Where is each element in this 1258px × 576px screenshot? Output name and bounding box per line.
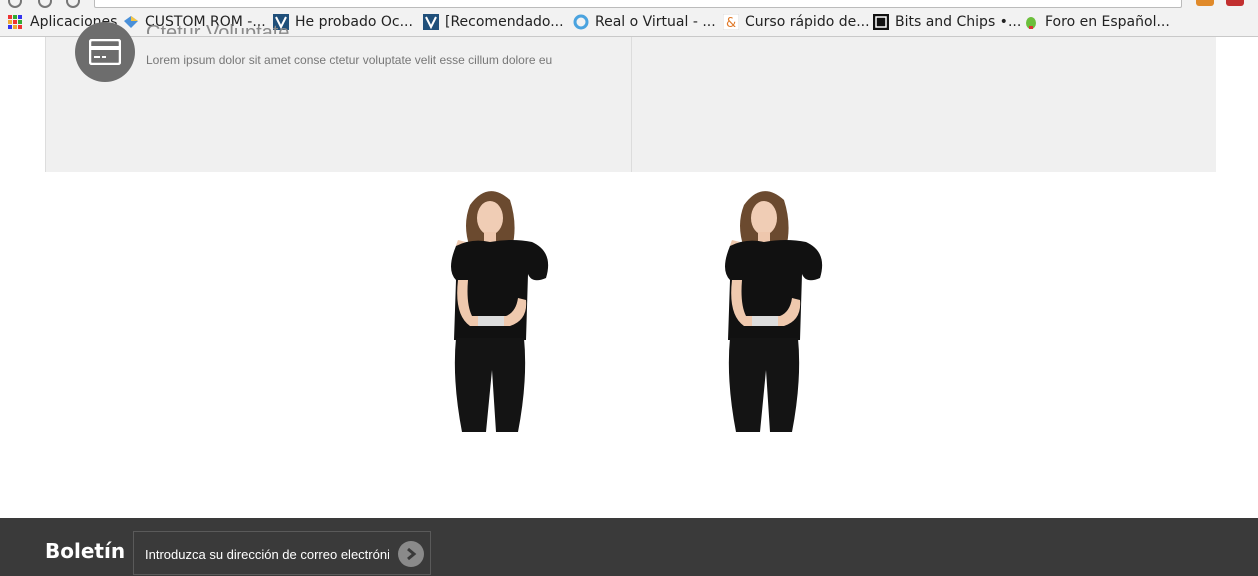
android-icon — [1026, 17, 1036, 29]
footer: Boletín — [0, 518, 1258, 576]
bookmark-label: He probado Oc... — [295, 14, 413, 30]
bookmark-label: Foro en Español... — [1045, 14, 1170, 30]
newsletter-email-input[interactable] — [145, 545, 389, 563]
bookmark-label: Real o Virtual - ... — [595, 14, 716, 30]
feature-title: Ctetur Voluptate — [146, 22, 290, 34]
bookmark-item[interactable]: [Recomendado... — [423, 8, 564, 36]
diamond-icon — [124, 16, 138, 28]
extension-icon[interactable] — [1226, 0, 1244, 6]
chevron-right-icon — [407, 547, 417, 561]
product-image[interactable] — [634, 180, 894, 432]
product-image[interactable] — [360, 180, 620, 432]
site-v-icon — [423, 14, 439, 30]
bc-logo-icon — [873, 14, 889, 30]
bookmark-label: [Recomendado... — [445, 14, 564, 30]
bookmark-item[interactable]: Bits and Chips •... — [873, 8, 1021, 36]
newsletter-form — [133, 531, 431, 575]
bookmark-label: Curso rápido de... — [745, 14, 870, 30]
newsletter-title: Boletín — [45, 539, 126, 563]
feature-text: Lorem ipsum dolor sit amet conse ctetur … — [146, 53, 553, 67]
newsletter-submit-button[interactable] — [398, 541, 424, 567]
extension-icon[interactable] — [1196, 0, 1214, 6]
back-icon[interactable] — [8, 0, 22, 8]
bookmark-label: Bits and Chips •... — [895, 14, 1022, 30]
address-bar[interactable] — [94, 0, 1182, 8]
ampersand-icon: & — [723, 14, 739, 30]
model-photo — [451, 191, 549, 432]
forward-icon[interactable] — [38, 0, 52, 8]
bookmark-item[interactable]: & Curso rápido de... — [723, 8, 870, 36]
divider — [631, 37, 632, 172]
bookmark-item[interactable]: He probado Oc... — [273, 8, 413, 36]
credit-card-icon — [75, 22, 135, 82]
nav-buttons — [0, 0, 90, 8]
svg-text:&: & — [726, 16, 736, 30]
browser-toolbar — [0, 0, 1258, 8]
star-icon[interactable] — [1160, 0, 1172, 6]
bookmark-item[interactable]: Real o Virtual - ... — [573, 8, 716, 36]
apps-grid-icon — [8, 15, 22, 29]
model-photo — [725, 191, 823, 432]
feature-panel: Ctetur Voluptate Lorem ipsum dolor sit a… — [45, 22, 1216, 172]
circle-refresh-icon — [573, 14, 589, 30]
reload-icon[interactable] — [66, 0, 80, 8]
bookmark-item[interactable]: Foro en Español... — [1023, 8, 1170, 36]
